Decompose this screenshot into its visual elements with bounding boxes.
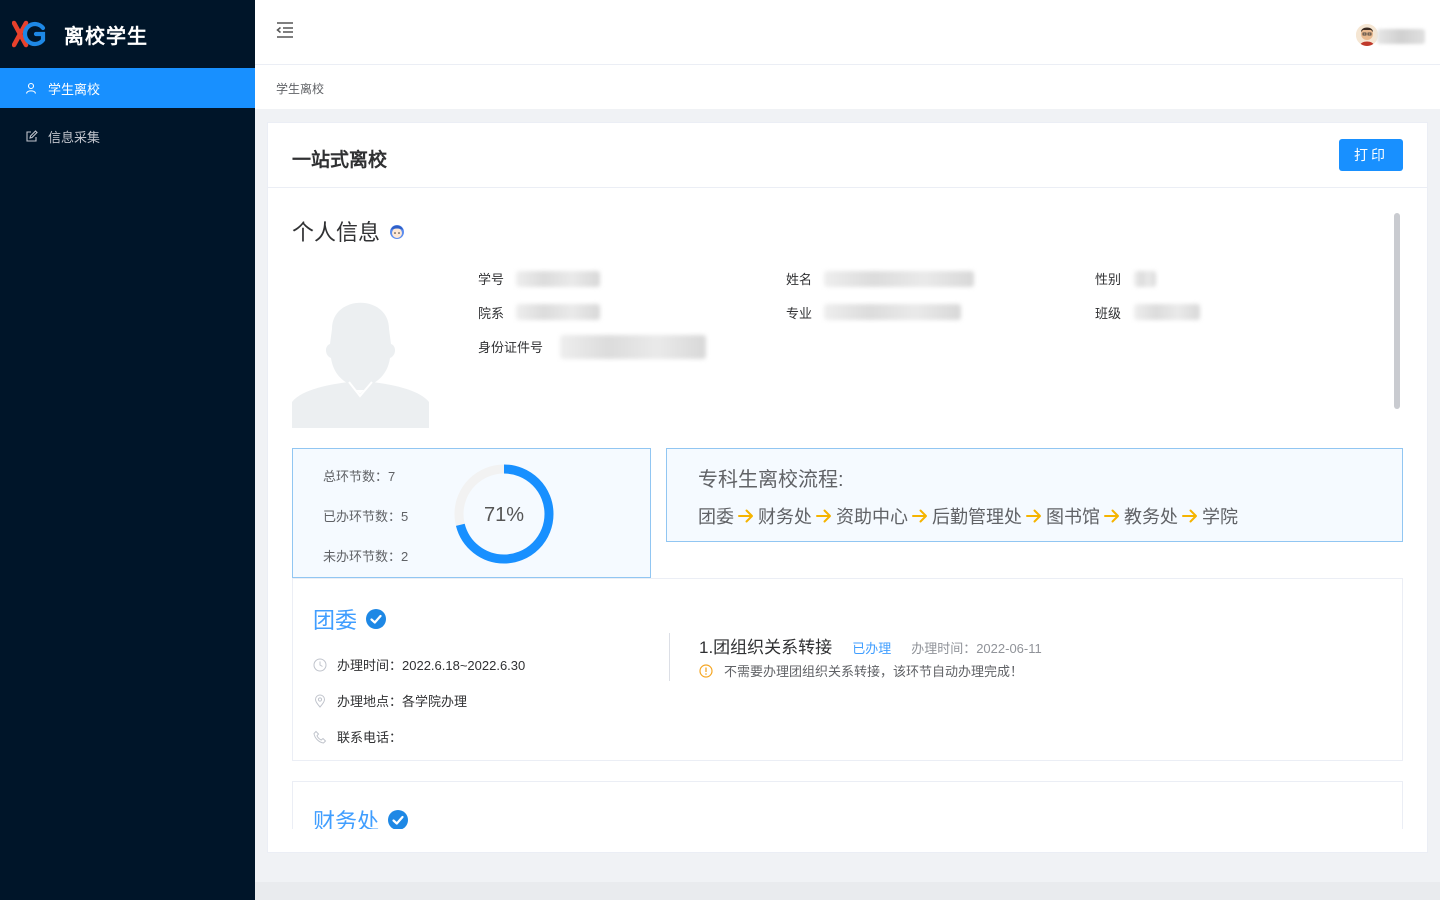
menu-fold-icon[interactable] (275, 20, 295, 40)
progress-donut-chart: 71% (454, 464, 554, 564)
breadcrumb[interactable]: 学生离校 (276, 80, 324, 97)
value-gender-redacted (1134, 271, 1156, 287)
edit-icon (24, 129, 38, 143)
stat-done: 已办环节数：5 (323, 509, 409, 524)
flow-step: 教务处 (1124, 507, 1178, 527)
value-name-redacted (824, 271, 974, 287)
label-student-no: 学号 (478, 272, 505, 287)
progress-stats-box: 总环节数：7 已办环节数：5 未办环节数：2 71% (292, 448, 651, 578)
check-circle-icon (388, 810, 409, 829)
label-id-card: 身份证件号 (478, 340, 544, 355)
flow-step: 学院 (1202, 507, 1238, 527)
sidebar-item-label: 信息采集 (48, 129, 101, 145)
arrow-right-icon (816, 509, 831, 523)
sidebar-item-student-leave[interactable]: 学生离校 (0, 68, 255, 108)
app-title: 离校学生 (64, 25, 148, 48)
flow-step: 资助中心 (836, 507, 908, 527)
breadcrumb-bar: 学生离校 (255, 65, 1440, 109)
task-status-link[interactable]: 已办理 (852, 638, 891, 657)
user-icon (24, 81, 38, 95)
warning-circle-icon (699, 663, 713, 678)
app-logo[interactable]: 离校学生 (0, 0, 255, 68)
task-time: 办理时间：2022-06-11 (911, 641, 1042, 656)
value-department-redacted (516, 304, 600, 320)
flow-step: 财务处 (758, 507, 812, 527)
dept-name: 团委 (313, 603, 387, 635)
top-header (255, 0, 1440, 65)
dept-card-youth-league: 团委 办理时间：2022.6.18~2022.6.30 办理地点：各学院办理 联… (292, 578, 1403, 761)
student-photo-placeholder (292, 284, 429, 428)
label-name: 姓名 (786, 272, 813, 287)
arrow-right-icon (738, 509, 753, 523)
value-student-no-redacted (516, 271, 600, 287)
dept-phone: 联系电话： (313, 727, 402, 746)
user-avatar[interactable] (1356, 24, 1378, 46)
clock-icon (313, 658, 327, 672)
dept-time: 办理时间：2022.6.18~2022.6.30 (313, 655, 525, 674)
arrow-right-icon (912, 509, 927, 523)
student-face-icon (390, 225, 405, 239)
arrow-right-icon (1104, 509, 1119, 523)
check-circle-icon (366, 609, 387, 629)
label-department: 院系 (478, 306, 505, 321)
leave-flow-box: 专科生离校流程: 团委 财务处 资助中心 后勤管理处 图书馆 教务处 学院 (666, 448, 1403, 542)
label-major: 专业 (786, 306, 813, 321)
sidebar: 离校学生 学生离校 信息采集 (0, 0, 255, 900)
flow-step: 后勤管理处 (932, 507, 1022, 527)
location-icon (313, 694, 327, 708)
label-class: 班级 (1095, 306, 1122, 321)
value-major-redacted (824, 304, 961, 320)
sidebar-item-label: 学生离校 (48, 81, 101, 97)
task-note: 不需要办理团组织关系转接，该环节自动办理完成！ (699, 661, 1023, 680)
scrollbar-thumb[interactable] (1394, 213, 1400, 409)
value-class-redacted (1134, 304, 1200, 320)
task-item: 1.团组织关系转接 已办理 办理时间：2022-06-11 (699, 633, 1042, 658)
username-redacted[interactable] (1377, 29, 1425, 44)
stat-total: 总环节数：7 (323, 469, 396, 484)
flow-title: 专科生离校流程: (698, 469, 844, 491)
task-name: 1.团组织关系转接 (699, 638, 833, 657)
personal-info-title: 个人信息 (292, 215, 406, 247)
one-stop-leave-card: 一站式离校 打印 个人信息 学号 姓名 性别 院系 专业 班级 身份证件号 总环… (267, 122, 1428, 853)
label-gender: 性别 (1095, 272, 1122, 287)
flow-step: 团委 (698, 507, 734, 527)
vertical-divider (669, 633, 670, 681)
card-body: 个人信息 学号 姓名 性别 院系 专业 班级 身份证件号 总环节数：7 已办环节… (268, 189, 1427, 829)
card-header: 一站式离校 打印 (268, 123, 1427, 188)
dept-place: 办理地点：各学院办理 (313, 691, 467, 710)
arrow-right-icon (1026, 509, 1041, 523)
donut-percent-label: 71% (484, 504, 524, 526)
dept-card-finance: 财务处 (292, 781, 1403, 829)
arrow-right-icon (1182, 509, 1197, 523)
stat-pending: 未办环节数：2 (323, 549, 409, 564)
dept-name: 财务处 (313, 804, 409, 829)
phone-icon (313, 730, 327, 744)
flow-steps: 团委 财务处 资助中心 后勤管理处 图书馆 教务处 学院 (698, 503, 1238, 529)
value-id-card-redacted (560, 335, 706, 359)
page-title: 一站式离校 (292, 150, 388, 171)
xg-logo-icon (12, 20, 46, 48)
sidebar-item-info-collect[interactable]: 信息采集 (0, 116, 255, 156)
footer-strip (255, 882, 1440, 900)
flow-step: 图书馆 (1046, 507, 1100, 527)
print-button[interactable]: 打印 (1339, 139, 1403, 171)
